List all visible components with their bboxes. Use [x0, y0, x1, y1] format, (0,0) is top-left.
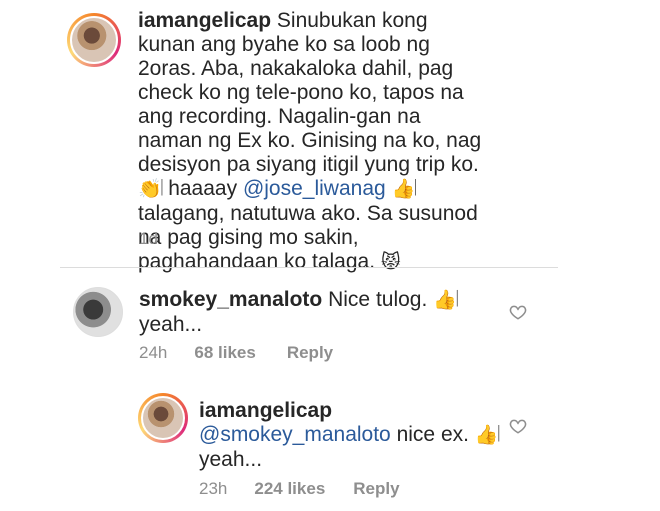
unknown-glyph: 𝄀 — [456, 288, 458, 311]
comment-username[interactable]: smokey_manaloto — [139, 288, 322, 311]
comment-body: iamangelicap @smokey_manaloto nice ex. 👍… — [199, 399, 519, 472]
likes-count[interactable]: 68 likes — [194, 343, 255, 363]
comment-meta: 24h 68 likes Reply — [139, 343, 333, 363]
comment-text: yeah... — [139, 313, 203, 336]
comment-username[interactable]: iamangelicap — [199, 399, 332, 422]
clap-emoji-icon: 👏 — [138, 179, 162, 200]
mention-link[interactable]: @jose_liwanag — [243, 177, 386, 200]
comment-time: 23h — [199, 479, 228, 498]
comment-text: haaaay — [162, 177, 243, 200]
unknown-glyph: 𝄀 — [498, 423, 500, 446]
divider — [60, 267, 558, 268]
comment-text: talagang, natutuwa ako. Sa susunod na pa… — [138, 202, 478, 273]
comment-text: nice ex. — [390, 423, 475, 446]
avatar[interactable] — [138, 393, 188, 443]
avatar-image — [141, 396, 185, 440]
heart-outline-icon[interactable] — [509, 303, 527, 321]
avatar[interactable] — [67, 13, 121, 67]
comment-time: 1d — [139, 229, 158, 248]
thumbs-up-emoji-icon: 👍 — [474, 425, 499, 446]
comment-body: iamangelicap Sinubukan kong kunan ang by… — [138, 9, 483, 275]
comment-username[interactable]: iamangelicap — [138, 9, 271, 32]
comment-time: 24h — [139, 343, 168, 362]
thumbs-up-emoji-icon: 👍 — [391, 179, 416, 200]
mention-link[interactable]: @smokey_manaloto — [199, 423, 391, 446]
avatar-image — [70, 16, 118, 64]
avatar[interactable] — [73, 287, 123, 337]
comment-body: smokey_manaloto Nice tulog. 👍𝄀 yeah... — [139, 288, 459, 337]
comment-text: yeah... — [199, 448, 263, 471]
cat-emoji-icon: 😾 — [380, 252, 401, 273]
comment-meta: 1d — [139, 229, 158, 249]
comment-text: Sinubukan kong kunan ang byahe ko sa loo… — [138, 9, 482, 176]
unknown-glyph: 𝄀 — [415, 177, 416, 200]
heart-outline-icon[interactable] — [509, 417, 527, 435]
likes-count[interactable]: 224 likes — [254, 479, 325, 499]
comment-meta: 23h 224 likes Reply — [199, 479, 400, 499]
reply-button[interactable]: Reply — [353, 479, 399, 499]
thumbs-up-emoji-icon: 👍 — [433, 290, 457, 311]
comment-text: Nice tulog. — [328, 288, 434, 311]
reply-button[interactable]: Reply — [287, 343, 333, 363]
